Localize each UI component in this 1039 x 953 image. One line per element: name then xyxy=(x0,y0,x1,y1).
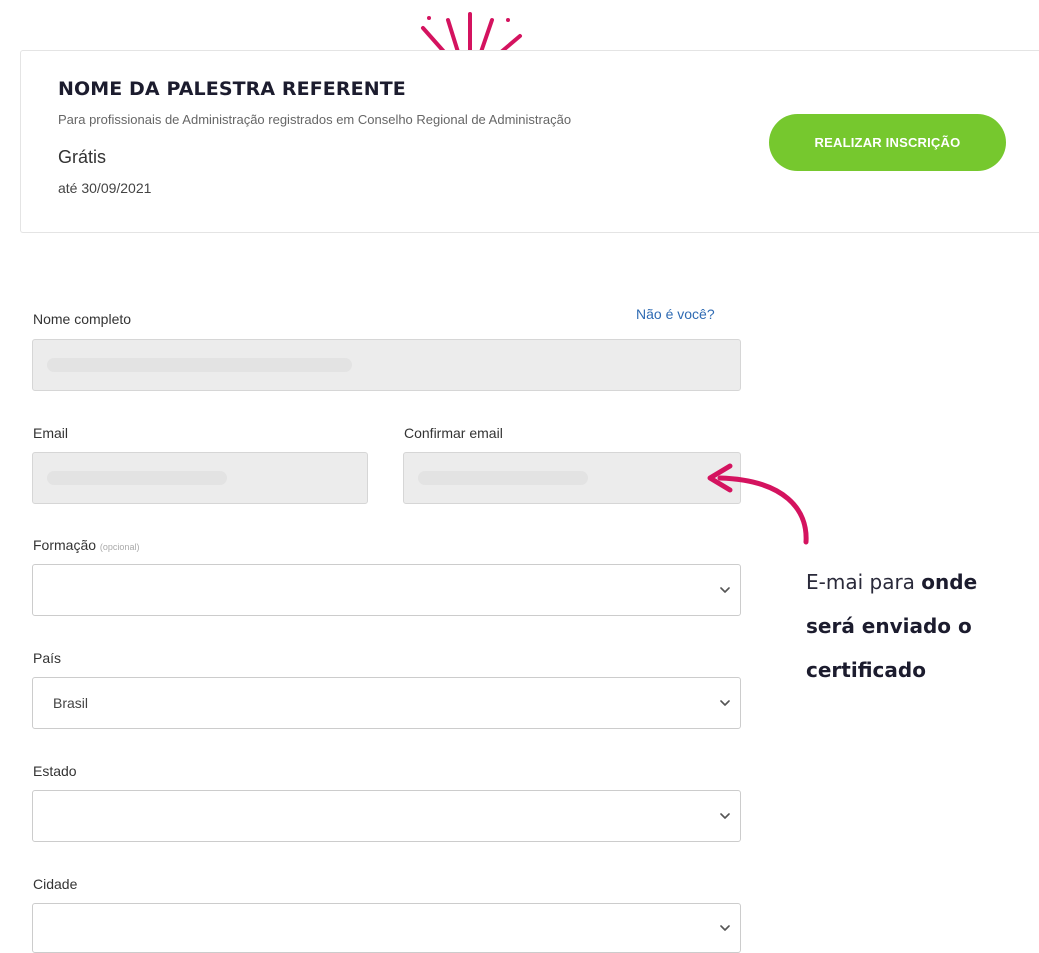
annotation-line-1: E-mai para onde xyxy=(806,570,978,594)
event-subtitle: Para profissionais de Administração regi… xyxy=(58,112,572,127)
city-label: Cidade xyxy=(33,876,78,892)
country-value: Brasil xyxy=(53,695,89,711)
confirm-email-label: Confirmar email xyxy=(404,425,503,441)
city-select[interactable] xyxy=(32,903,741,953)
annotation-line-3: certificado xyxy=(806,658,926,682)
email-label: Email xyxy=(33,425,69,441)
education-label-row: Formação (opcional) xyxy=(33,537,139,553)
country-label: País xyxy=(33,650,62,666)
full-name-input[interactable] xyxy=(32,339,741,391)
annotation-line-2: será enviado o xyxy=(806,614,972,638)
chevron-down-icon xyxy=(720,587,730,593)
chevron-down-icon xyxy=(720,925,730,931)
state-label: Estado xyxy=(33,763,77,779)
email-input[interactable] xyxy=(32,452,368,504)
event-deadline: até 30/09/2021 xyxy=(58,180,152,196)
event-title: NOME DA PALESTRA REFERENTE xyxy=(58,78,406,100)
optional-note: (opcional) xyxy=(99,542,140,552)
confirm-email-value xyxy=(418,471,588,485)
register-button[interactable]: REALIZAR INSCRIÇÃO xyxy=(769,114,1006,171)
event-price: Grátis xyxy=(58,147,107,167)
education-label: Formação xyxy=(33,537,97,553)
full-name-value xyxy=(47,358,352,372)
email-value xyxy=(47,471,227,485)
event-card: NOME DA PALESTRA REFERENTE Para profissi… xyxy=(20,50,1039,233)
chevron-down-icon xyxy=(720,813,730,819)
curved-arrow-icon xyxy=(707,463,809,545)
confirm-email-input[interactable] xyxy=(403,452,741,504)
registration-page: NOME DA PALESTRA REFERENTE Para profissi… xyxy=(0,0,1039,953)
country-select[interactable]: Brasil xyxy=(32,677,741,729)
full-name-label: Nome completo xyxy=(33,311,132,327)
not-you-link[interactable]: Não é você? xyxy=(636,306,715,322)
state-select[interactable] xyxy=(32,790,741,842)
chevron-down-icon xyxy=(720,700,730,706)
annotation-text: E-mai para onde será enviado o certifica… xyxy=(806,560,1036,692)
education-select[interactable] xyxy=(32,564,741,616)
